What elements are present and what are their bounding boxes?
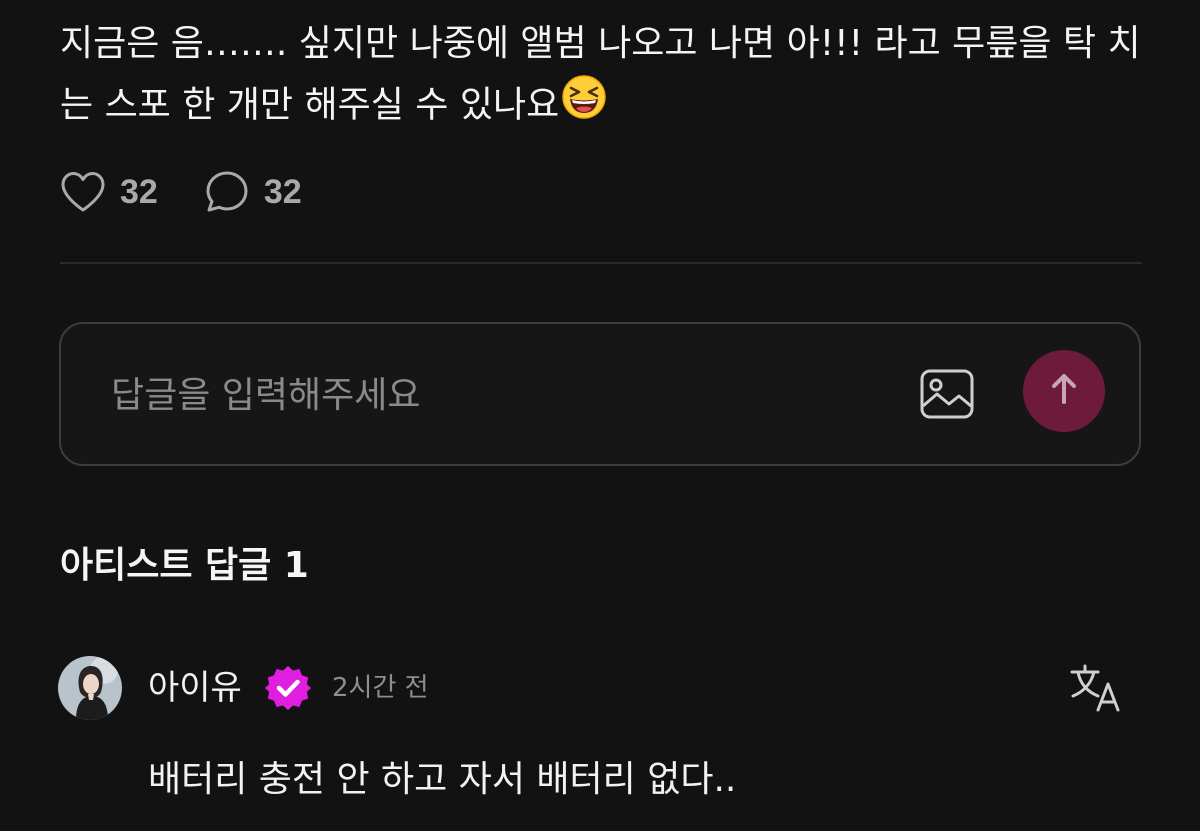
comment-header: 아이유 2시간 전 [58, 656, 1140, 720]
send-button[interactable] [1023, 350, 1105, 432]
speech-bubble-icon [204, 169, 250, 215]
comment-text: 배터리 충전 안 하고 자서 배터리 없다.. [148, 759, 737, 800]
verified-badge-icon [264, 664, 312, 712]
translate-icon [1068, 664, 1124, 718]
arrow-up-icon [1047, 372, 1081, 410]
comment-button[interactable]: 32 [204, 169, 302, 215]
divider [60, 262, 1142, 264]
reply-box [59, 322, 1141, 466]
heart-icon [60, 171, 106, 213]
grinning-squinting-face-emoji [561, 74, 607, 139]
artist-replies-title: 아티스트 답글 1 [60, 545, 309, 586]
image-icon [919, 369, 975, 426]
like-count: 32 [120, 172, 158, 211]
translate-button[interactable] [1068, 662, 1124, 714]
reaction-bar: 32 32 [60, 166, 348, 218]
author-name[interactable]: 아이유 [148, 662, 242, 714]
image-attach-button[interactable] [919, 366, 975, 422]
like-button[interactable]: 32 [60, 171, 158, 213]
post-text: 지금은 음……. 싶지만 나중에 앨범 나오고 나면 아!!! 라고 무릎을 탁… [60, 14, 1150, 139]
comment-timestamp: 2시간 전 [332, 673, 429, 703]
reply-input[interactable] [109, 364, 893, 426]
avatar[interactable] [58, 656, 122, 720]
comment-count: 32 [263, 172, 302, 211]
